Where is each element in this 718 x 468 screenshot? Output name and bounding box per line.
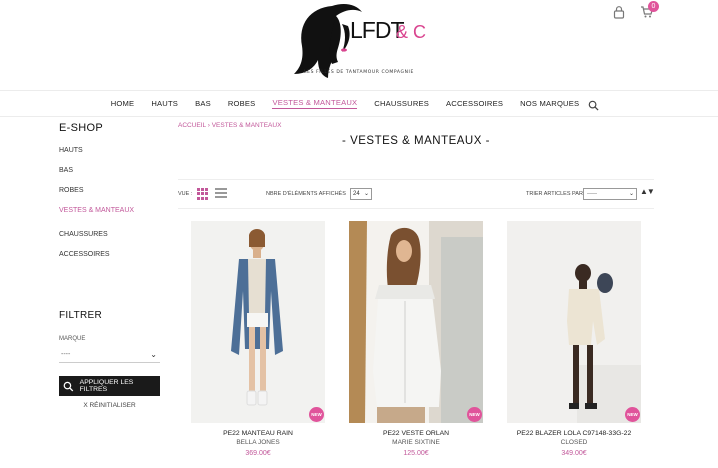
per-page-value: 24: [353, 191, 360, 197]
per-page-select[interactable]: 24 ⌄: [350, 188, 372, 200]
product-image[interactable]: NEW: [507, 221, 641, 423]
search-icon: [63, 381, 74, 391]
nav-item-nos-marques[interactable]: NOS MARQUES: [520, 99, 579, 108]
filter-title: FILTRER: [59, 310, 103, 321]
product-brand: MARIE SIXTINE: [392, 439, 440, 446]
brand-logo[interactable]: LFDT & CO LES FILLES DE TANTAMOUR COMPAG…: [292, 2, 440, 82]
sidebar-item-vestes-manteaux[interactable]: VESTES & MANTEAUX: [59, 206, 169, 226]
nav-item-hauts[interactable]: HAUTS: [151, 99, 178, 108]
product-brand: BELLA JONES: [236, 439, 280, 446]
product-brand: CLOSED: [560, 439, 588, 446]
sort-select[interactable]: ----- ⌄: [583, 188, 637, 200]
svg-text:& CO: & CO: [396, 22, 426, 42]
chevron-down-icon: ⌄: [628, 191, 634, 197]
product-name[interactable]: PE22 VESTE ORLAN: [349, 430, 483, 437]
nav-item-chaussures[interactable]: CHAUSSURES: [374, 99, 429, 108]
nav-item-bas[interactable]: BAS: [195, 99, 211, 108]
product-card[interactable]: NEW PE22 VESTE ORLAN MARIE SIXTINE 125.0…: [349, 221, 483, 457]
breadcrumb[interactable]: ACCUEIL › VESTES & MANTEAUX: [178, 122, 281, 129]
product-price: 369.00€: [245, 450, 271, 457]
sidebar-item-hauts[interactable]: HAUTS: [59, 146, 169, 166]
product-card[interactable]: NEW PE22 BLAZER LOLA C97148-33G-22 CLOSE…: [507, 221, 641, 457]
search-icon[interactable]: [588, 98, 599, 111]
lock-icon[interactable]: [612, 5, 628, 21]
sidebar-item-chaussures[interactable]: CHAUSSURES: [59, 230, 169, 250]
logo-tagline: LES FILLES DE TANTAMOUR COMPAGNIE: [304, 70, 414, 75]
header: LFDT & CO LES FILLES DE TANTAMOUR COMPAG…: [0, 0, 718, 90]
view-label: VUE :: [178, 191, 193, 197]
product-price: 349.00€: [561, 450, 587, 457]
product-name[interactable]: PE22 MANTEAU RAIN: [191, 430, 325, 437]
page-title: - VESTES & MANTEAUX -: [342, 135, 490, 147]
per-page-label: NBRE D'ÉLÉMENTS AFFICHÉS: [266, 191, 346, 197]
chevron-down-icon: ⌄: [363, 191, 369, 197]
product-price: 125.00€: [403, 450, 429, 457]
nav-item-accessoires[interactable]: ACCESSOIRES: [446, 99, 503, 108]
listing-toolbar: VUE : NBRE D'ÉLÉMENTS AFFICHÉS 24 ⌄ TRIE…: [178, 179, 655, 209]
new-badge: NEW: [309, 407, 324, 422]
grid-view-icon[interactable]: [197, 188, 209, 200]
chevron-down-icon: ⌄: [150, 350, 157, 359]
new-badge: NEW: [467, 407, 482, 422]
list-view-icon[interactable]: [215, 188, 227, 200]
sidebar-title: E-SHOP: [59, 122, 103, 134]
product-image[interactable]: NEW: [191, 221, 325, 423]
brand-filter-label: MARQUE: [59, 336, 86, 342]
nav-item-home[interactable]: HOME: [111, 99, 135, 108]
apply-filters-label: APPLIQUER LES FILTRES: [79, 379, 134, 393]
new-badge: NEW: [625, 407, 640, 422]
sidebar: E-SHOP HAUTS BAS ROBES VESTES & MANTEAUX…: [59, 122, 169, 270]
apply-filters-button[interactable]: APPLIQUER LES FILTRES: [59, 376, 160, 396]
sidebar-item-robes[interactable]: ROBES: [59, 186, 169, 206]
cart-count-badge: 0: [648, 1, 659, 12]
sidebar-item-accessoires[interactable]: ACCESSOIRES: [59, 250, 169, 270]
cart-icon[interactable]: 0: [640, 1, 659, 21]
nav-item-vestes-manteaux[interactable]: VESTES & MANTEAUX: [272, 98, 358, 109]
sort-direction-icon[interactable]: ▲▼: [640, 187, 655, 196]
reset-filters-link[interactable]: X RÉINITIALISER: [59, 402, 160, 409]
brand-filter-select[interactable]: ---- ⌄: [59, 347, 160, 363]
brand-filter-value: ----: [61, 351, 71, 358]
sort-label: TRIER ARTICLES PAR: [526, 191, 583, 197]
product-name[interactable]: PE22 BLAZER LOLA C97148-33G-22: [507, 430, 641, 437]
product-card[interactable]: NEW PE22 MANTEAU RAIN BELLA JONES 369.00…: [191, 221, 325, 457]
nav-item-robes[interactable]: ROBES: [228, 99, 256, 108]
sort-value: -----: [587, 191, 597, 197]
main-nav: HOME HAUTS BAS ROBES VESTES & MANTEAUX C…: [0, 90, 718, 117]
sidebar-item-bas[interactable]: BAS: [59, 166, 169, 186]
product-image[interactable]: NEW: [349, 221, 483, 423]
